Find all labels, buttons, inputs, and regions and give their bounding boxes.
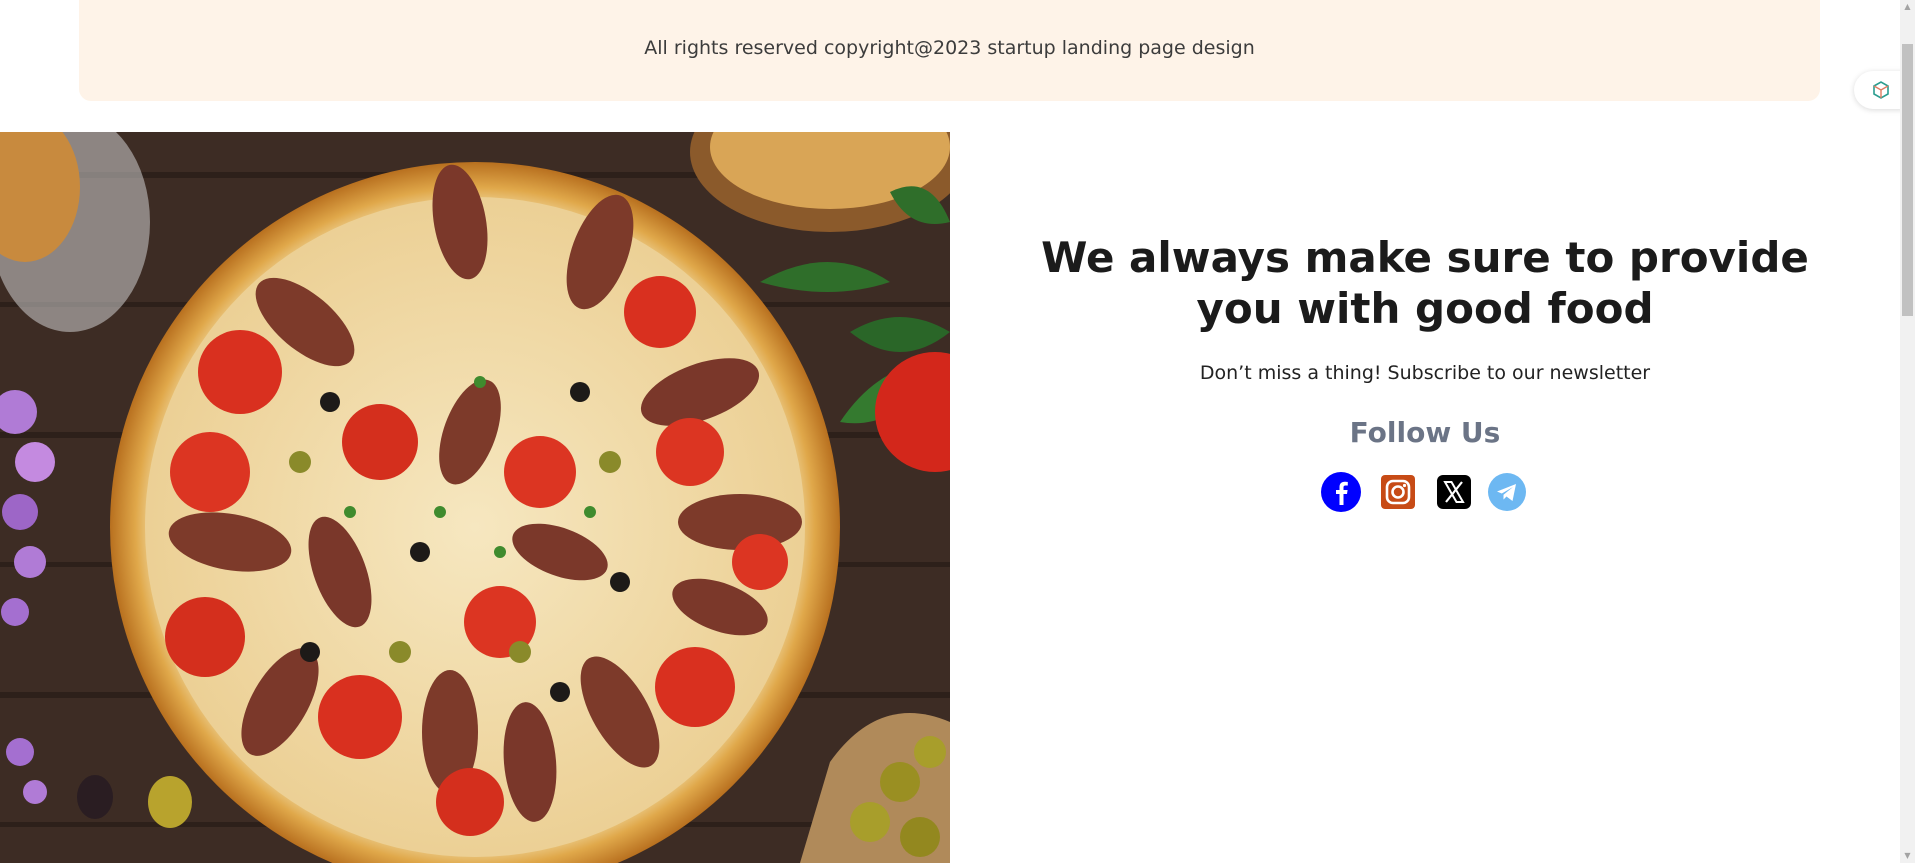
follow-us-title: Follow Us [1349,416,1501,449]
telegram-icon [1488,473,1526,511]
page: All rights reserved copyright@2023 start… [0,0,1915,863]
extension-float-button[interactable] [1854,71,1904,109]
newsletter-subline: Don’t miss a thing! Subscribe to our new… [1199,362,1651,384]
newsletter-headline: We always make sure to provide you with … [1041,233,1809,333]
scroll-thumb[interactable] [1902,44,1913,316]
telegram-link[interactable] [1486,471,1528,513]
instagram-link[interactable] [1377,471,1419,513]
pizza-image [0,132,950,863]
scroll-up-icon[interactable]: ▲ [1900,0,1915,14]
facebook-link[interactable] [1320,471,1362,513]
facebook-icon [1321,472,1361,512]
copyright-text: All rights reserved copyright@2023 start… [644,37,1255,59]
x-link[interactable] [1433,471,1475,513]
x-icon [1437,475,1471,509]
scroll-down-icon[interactable]: ▼ [1900,849,1915,863]
instagram-icon [1381,475,1415,509]
scrollbar[interactable]: ▲ ▼ [1900,0,1915,863]
extension-icon [1873,81,1889,99]
